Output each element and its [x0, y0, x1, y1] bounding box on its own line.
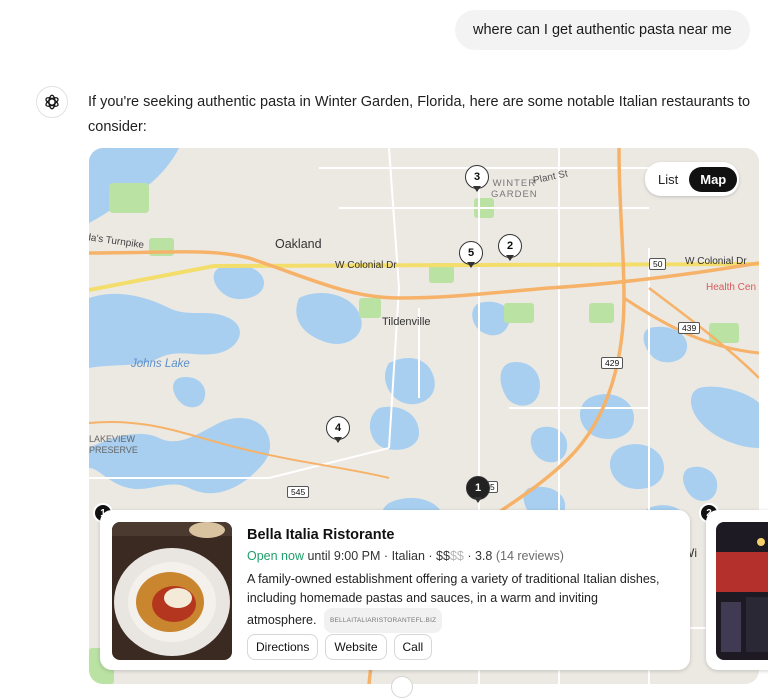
price-level-inactive: $$ — [449, 549, 464, 563]
openai-logo-icon — [36, 86, 68, 118]
restaurant-meta: Open now until 9:00 PM · Italian · $$$$ … — [247, 549, 564, 563]
map-pin-1[interactable]: 1 — [466, 476, 490, 503]
separator: · — [428, 549, 437, 563]
call-button[interactable]: Call — [393, 634, 433, 660]
road-shield-439: 439 — [678, 322, 701, 334]
label-health-center: Health Cen — [706, 282, 757, 293]
website-button[interactable]: Website — [325, 634, 387, 660]
rating: 3.8 — [474, 549, 493, 563]
road-shield-545: 545 — [287, 486, 310, 498]
map-pin-4[interactable]: 4 — [326, 416, 350, 443]
directions-button[interactable]: Directions — [247, 634, 319, 660]
restaurant-card[interactable] — [706, 510, 768, 670]
price-level: $$ — [436, 549, 450, 563]
restaurant-card[interactable]: Bella Italia Ristorante Open now until 9… — [100, 510, 690, 670]
road-shield-429: 429 — [601, 357, 624, 369]
separator: · — [467, 549, 475, 563]
label-lakeview-preserve: LAKEVIEW PRESERVE — [89, 434, 138, 455]
map-pin-3[interactable]: 3 — [465, 165, 489, 192]
road-shield-50: 50 — [649, 258, 667, 270]
label-colonial-east: W Colonial Dr — [685, 256, 747, 267]
open-status: Open now — [247, 549, 304, 563]
restaurant-photo[interactable] — [716, 522, 768, 660]
map-pin-2[interactable]: 2 — [498, 234, 522, 261]
restaurant-description: A family-owned establishment offering a … — [247, 570, 667, 633]
label-colonial-west: W Colonial Dr — [335, 260, 397, 271]
label-oakland: Oakland — [275, 237, 322, 251]
restaurant-photo[interactable] — [112, 522, 232, 660]
map-view-button[interactable]: Map — [689, 166, 738, 192]
cuisine: Italian — [391, 549, 425, 563]
website-chip[interactable]: BELLAITALIARISTORANTEFL.BIZ — [323, 608, 443, 633]
view-toggle[interactable]: List Map — [645, 162, 740, 196]
restaurant-name[interactable]: Bella Italia Ristorante — [247, 527, 394, 543]
separator: · — [383, 549, 392, 563]
label-winter-garden: WINTER GARDEN — [491, 178, 538, 200]
scroll-down-button[interactable] — [391, 676, 413, 698]
label-johns-lake: Johns Lake — [131, 358, 190, 370]
list-view-button[interactable]: List — [647, 167, 689, 192]
label-tildenville: Tildenville — [382, 316, 431, 328]
map-pin-5[interactable]: 5 — [459, 241, 483, 268]
user-message: where can I get authentic pasta near me — [455, 10, 750, 50]
hours: until 9:00 PM — [307, 549, 381, 563]
assistant-message: If you're seeking authentic pasta in Win… — [88, 94, 751, 135]
review-count[interactable]: (14 reviews) — [496, 549, 564, 563]
